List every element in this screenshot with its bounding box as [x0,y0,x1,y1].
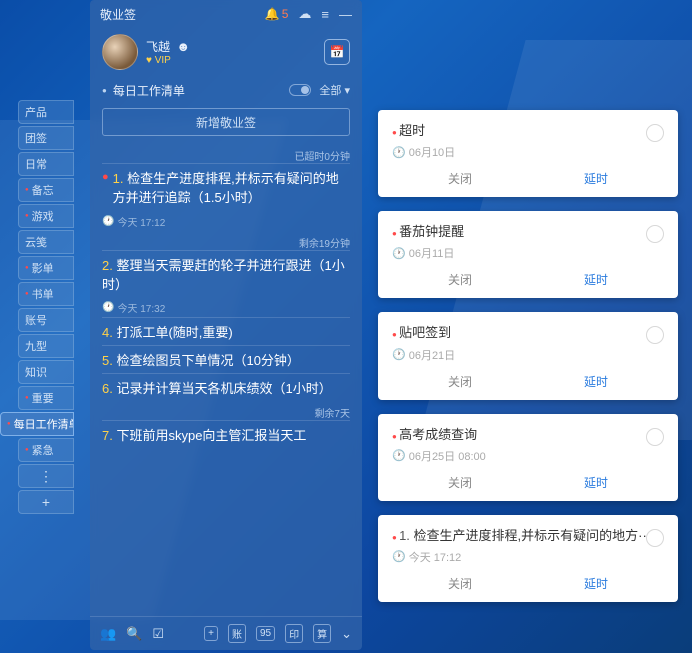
panel-top: 敬业签 🔔 5 ☁ ≡ — [90,0,362,28]
badge-95[interactable]: 95 [256,626,275,641]
task-item[interactable]: 2. 整理当天需要赶的轮子并进行跟进（1小时） 🕐今天 17:32 [102,250,350,318]
card-date: 🕐06月10日 [392,144,664,160]
close-button[interactable]: 关闭 [448,575,472,592]
complete-circle[interactable] [646,428,664,446]
side-tab[interactable]: 备忘 [18,178,74,202]
cloud-icon[interactable]: ☁ [298,6,311,22]
side-tab[interactable]: 紧急 [18,438,74,462]
clock-icon: 🕐 [102,216,114,227]
app-title: 敬业签 [100,6,259,23]
side-tab[interactable]: 书单 [18,282,74,306]
bell-icon[interactable]: 🔔 [265,7,280,21]
side-tab[interactable]: 账号 [18,308,74,332]
minimize-icon[interactable]: — [339,7,352,22]
filter-dropdown[interactable]: 全部 ▾ [319,82,350,98]
vip-badge: ♥ VIP [146,55,190,66]
reminder-card: 番茄钟提醒 🕐06月11日 关闭 延时 [378,211,678,298]
side-tab[interactable]: 影单 [18,256,74,280]
badge-yin[interactable]: 印 [285,624,303,643]
list-header: ● 每日工作清单 全部 ▾ [90,76,362,104]
delay-button[interactable]: 延时 [584,373,608,390]
side-tab[interactable]: 每日工作清单 [0,412,74,436]
badge-suan[interactable]: 算 [313,624,331,643]
task-item[interactable]: 7. 下班前用skype向主管汇报当天工 [102,420,350,448]
task-list: 已超时0分钟 ● 1. 检查生产进度排程,并标示有疑问的地方并进行追踪（1.5小… [90,144,362,616]
card-title: 高考成绩查询 [392,426,664,444]
task-item[interactable]: 4. 打派工单(随时,重要) [102,317,350,345]
side-tab[interactable]: 日常 [18,152,74,176]
close-button[interactable]: 关闭 [448,474,472,491]
user-meta: 飞越 ☻ ♥ VIP [146,38,190,66]
notification-count: 5 [282,7,289,21]
more-tab[interactable]: ⋮ [18,464,74,488]
task-time: 🕐今天 17:12 [102,214,350,229]
delay-button[interactable]: 延时 [584,474,608,491]
task-meta: 剩余7天 [102,405,350,420]
complete-circle[interactable] [646,124,664,142]
side-tab[interactable]: 知识 [18,360,74,384]
task-item[interactable]: 5. 检查绘图员下单情况（10分钟） [102,345,350,373]
clock-icon: 🕐 [392,550,406,563]
card-date: 🕐06月11日 [392,245,664,261]
clock-icon: 🕐 [102,302,114,313]
header-dot-icon: ● [102,86,107,95]
calendar-icon[interactable]: 📅 [324,39,350,65]
menu-icon[interactable]: ≡ [321,7,329,22]
clock-icon: 🕐 [392,348,406,361]
add-tab[interactable]: + [18,490,74,514]
card-date: 🕐06月25日 08:00 [392,448,664,464]
close-button[interactable]: 关闭 [448,271,472,288]
user-row: 飞越 ☻ ♥ VIP 📅 [90,28,362,76]
priority-dot-icon: ● [102,170,109,208]
card-title: 1. 检查生产进度排程,并标示有疑问的地方·· [392,527,664,545]
card-title: 贴吧签到 [392,324,664,342]
reminder-card: 高考成绩查询 🕐06月25日 08:00 关闭 延时 [378,414,678,501]
clock-icon: 🕐 [392,247,406,260]
panel-bottom: 👥 🔍 ☑ + 账 95 印 算 ⌄ [90,616,362,650]
reminder-card: 贴吧签到 🕐06月21日 关闭 延时 [378,312,678,399]
task-item[interactable]: 6. 记录并计算当天各机床绩效（1小时） [102,373,350,401]
collapse-icon[interactable]: ⌄ [341,626,352,642]
complete-circle[interactable] [646,529,664,547]
list-title: 每日工作清单 [113,82,290,99]
close-button[interactable]: 关闭 [448,373,472,390]
reminder-card: 1. 检查生产进度排程,并标示有疑问的地方·· 🕐今天 17:12 关闭 延时 [378,515,678,602]
task-meta: 剩余19分钟 [102,235,350,250]
side-tab[interactable]: 云笺 [18,230,74,254]
main-panel: 敬业签 🔔 5 ☁ ≡ — 飞越 ☻ ♥ VIP 📅 ● 每日工作清单 全部 ▾… [90,0,362,650]
reminder-cards: 超时 🕐06月10日 关闭 延时 番茄钟提醒 🕐06月11日 关闭 延时 贴吧签… [378,110,678,602]
view-toggle[interactable] [289,84,311,96]
user-name: 飞越 [146,40,170,54]
task-meta: 已超时0分钟 [102,148,350,163]
delay-button[interactable]: 延时 [584,271,608,288]
clock-icon: 🕐 [392,449,406,462]
search-icon[interactable]: 🔍 [126,626,142,642]
plus-button[interactable]: + [204,626,218,641]
delay-button[interactable]: 延时 [584,170,608,187]
card-date: 🕐06月21日 [392,347,664,363]
side-tab[interactable]: 重要 [18,386,74,410]
task-item[interactable]: ● 1. 检查生产进度排程,并标示有疑问的地方并进行追踪（1.5小时） 🕐今天 … [102,163,350,231]
task-time: 🕐今天 17:32 [102,300,350,315]
side-tab[interactable]: 产品 [18,100,74,124]
delay-button[interactable]: 延时 [584,575,608,592]
checklist-icon[interactable]: ☑ [152,626,164,642]
side-tab[interactable]: 团签 [18,126,74,150]
side-tab[interactable]: 游戏 [18,204,74,228]
face-icon: ☻ [176,39,190,54]
badge-zhang[interactable]: 账 [228,624,246,643]
reminder-card: 超时 🕐06月10日 关闭 延时 [378,110,678,197]
card-date: 🕐今天 17:12 [392,549,664,565]
add-button[interactable]: 新增敬业签 [102,108,350,136]
contacts-icon[interactable]: 👥 [100,626,116,642]
avatar[interactable] [102,34,138,70]
side-tabs: 产品团签日常备忘游戏云笺影单书单账号九型知识重要每日工作清单紧急⋮+ [18,100,74,514]
clock-icon: 🕐 [392,146,406,159]
card-title: 番茄钟提醒 [392,223,664,241]
side-tab[interactable]: 九型 [18,334,74,358]
card-title: 超时 [392,122,664,140]
close-button[interactable]: 关闭 [448,170,472,187]
